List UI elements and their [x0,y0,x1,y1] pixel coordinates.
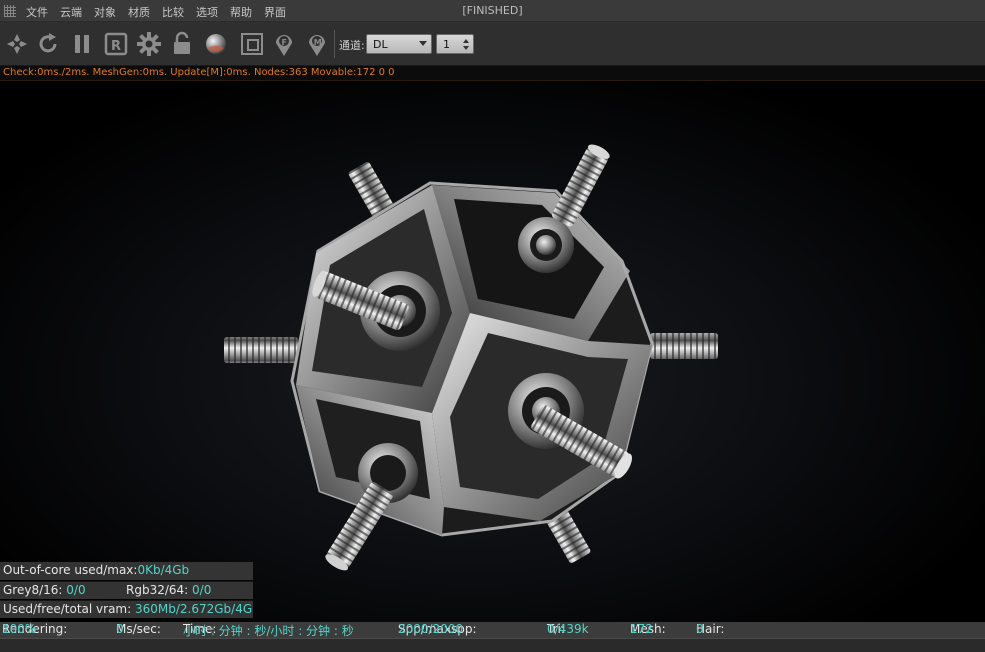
menu-list: 文件 云端 对象 材质 比较 选项 帮助 界面 [26,4,286,20]
texture-info: Grey8/16: 0/0 Rgb32/64: 0/0 [0,581,253,599]
pass-stepper[interactable]: 1 [436,34,474,54]
lock-icon[interactable] [168,30,196,58]
window-grip-icon[interactable] [4,5,16,17]
hair-value: 0 [696,622,704,636]
menu-cloud[interactable]: 云端 [60,4,82,20]
send-to-cloud-icon[interactable] [3,30,31,58]
svg-text:F: F [282,38,287,47]
window-footer [0,638,985,652]
toolbar-separator [334,30,335,58]
rendering-value: 100% [2,622,37,636]
grey-value: 0/0 [66,583,86,597]
menu-objects[interactable]: 对象 [94,4,116,20]
vram-label: Used/free/total vram: [3,602,132,616]
menu-help[interactable]: 帮助 [230,4,252,20]
rgb-info: Rgb32/64: 0/0 [126,583,211,597]
mesh-value: 172 [630,622,653,636]
vram-value: 360Mb/2.672Gb/4Gb [134,602,253,616]
spp-value: 2000/2000 [398,622,464,636]
region-render-icon[interactable]: R [102,30,130,58]
pass-stepper-value: 1 [443,38,450,51]
pause-icon[interactable] [68,30,96,58]
out-of-core-info: Out-of-core used/max:0Kb/4Gb [0,562,253,580]
menu-compare[interactable]: 比较 [162,4,184,20]
stepper-up-icon[interactable] [463,39,469,43]
vram-info: Used/free/total vram: 360Mb/2.672Gb/4Gb [0,600,253,618]
render-status-bar: Rendering: 100% Ms/sec: 0 Time: 小时 : 分钟 … [0,622,985,638]
out-of-core-value: 0Kb/4Gb [137,563,190,577]
svg-text:M: M [314,38,322,47]
menu-options[interactable]: 选项 [196,4,218,20]
menu-bar: 文件 云端 对象 材质 比较 选项 帮助 界面 [FINISHED] [0,0,985,22]
channel-select-value: DL [373,38,388,51]
channel-select[interactable]: DL [366,34,432,54]
rendered-object [224,144,718,571]
svg-text:R: R [111,39,121,54]
chevron-down-icon [419,41,427,46]
out-of-core-label: Out-of-core used/max: [3,563,138,577]
focus-pick-icon[interactable]: F [270,30,298,58]
focus-region-icon[interactable] [238,30,266,58]
stepper-down-icon[interactable] [463,46,469,50]
render-viewport[interactable]: Out-of-core used/max:0Kb/4Gb Grey8/16: 0… [0,81,985,622]
tri-value: 0/439k [547,622,589,636]
ms-value: 0 [116,622,124,636]
toolbar: R F M 通道: DL 1 [0,22,985,66]
menu-materials[interactable]: 材质 [128,4,150,20]
timing-stats: Check:0ms./2ms. MeshGen:0ms. Update[M]:0… [0,66,985,81]
material-pick-icon[interactable]: M [303,30,331,58]
rgb-label: Rgb32/64: [126,583,189,597]
menu-interface[interactable]: 界面 [264,4,286,20]
channel-label: 通道: [339,39,365,52]
refresh-icon[interactable] [34,30,62,58]
rgb-value: 0/0 [192,583,212,597]
material-ball-icon[interactable] [202,30,230,58]
settings-icon[interactable] [135,30,163,58]
menu-file[interactable]: 文件 [26,4,48,20]
time-value: 小时 : 分钟 : 秒/小时 : 分钟 : 秒 [183,624,354,638]
grey-label: Grey8/16: [3,583,63,597]
